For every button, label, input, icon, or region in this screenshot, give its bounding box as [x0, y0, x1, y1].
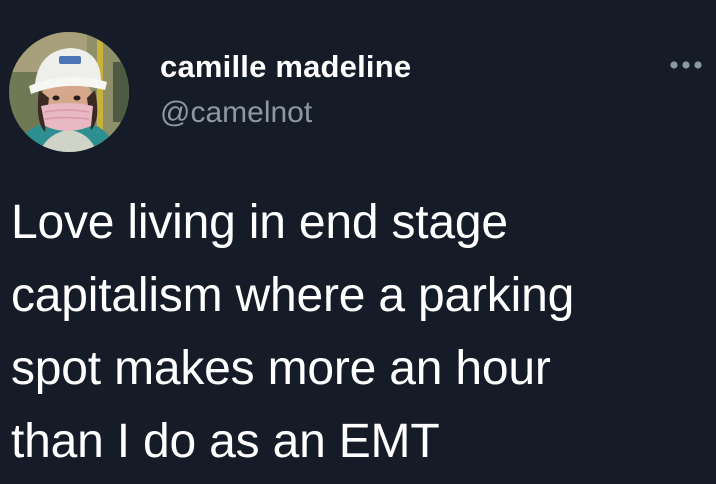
tweet-text-line-1: Love living in end stage: [11, 196, 508, 249]
username-handle[interactable]: @camelnot: [160, 96, 312, 130]
avatar-image: [9, 32, 129, 152]
display-name[interactable]: camille madeline: [160, 49, 411, 85]
tweet-text: Love living in end stage capitalism wher…: [11, 186, 711, 478]
avatar[interactable]: [9, 32, 129, 152]
tweet-text-line-2: capitalism where a parking: [11, 269, 575, 322]
tweet-card: camille madeline @camelnot Love living i…: [0, 0, 716, 484]
tweet-text-line-4: than I do as an EMT: [11, 415, 440, 468]
tweet-text-line-3: spot makes more an hour: [11, 342, 551, 395]
more-options-icon[interactable]: [668, 58, 708, 72]
